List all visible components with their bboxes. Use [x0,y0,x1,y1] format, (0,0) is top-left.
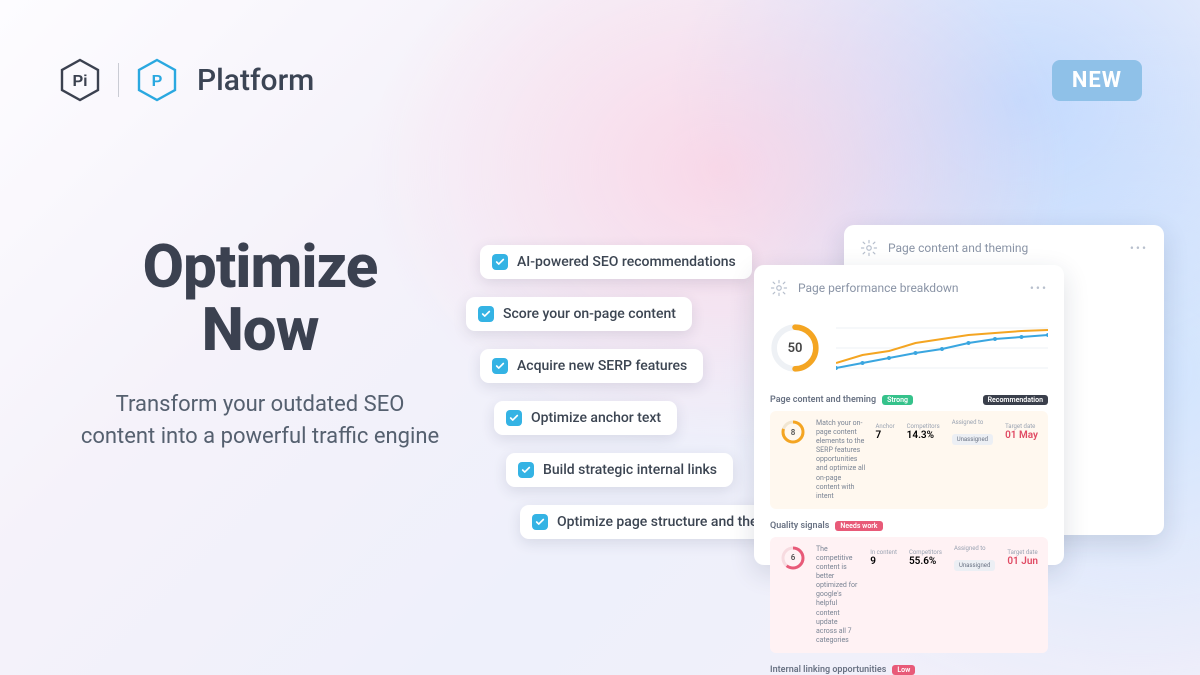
new-badge: NEW [1052,60,1142,101]
mini-score-ring: 8 [780,419,806,445]
feature-label: AI-powered SEO recommendations [517,254,736,270]
section-content-theming: Page content and theming Strong Recommen… [770,395,1048,405]
hero-copy: Optimize Now Transform your outdated SEO… [80,235,440,453]
logo-group: Pi P Platform [58,58,314,102]
check-icon [532,514,548,530]
more-icon[interactable]: ••• [1130,241,1148,255]
check-icon [506,410,522,426]
feature-label: Build strategic internal links [543,462,717,478]
check-icon [478,306,494,322]
score-value: 50 [770,323,820,373]
headline: Optimize Now [80,235,440,361]
section-internal-linking: Internal linking opportunities Low [770,665,1048,675]
logo-divider [118,63,119,97]
performance-summary: 50 [770,313,1048,383]
check-icon [492,358,508,374]
feature-chip: Optimize anchor text [494,401,677,435]
card-header: Page content and theming ••• [860,239,1148,257]
recommendation-box: 6 The competitive content is better opti… [770,537,1048,653]
subheadline: Transform your outdated SEO content into… [80,389,440,453]
card-title: Page performance breakdown [798,281,959,295]
card-header: Page performance breakdown ••• [770,279,1048,297]
status-pill: Strong [882,395,913,405]
recommendation-pill: Recommendation [983,395,1048,405]
gear-icon [860,239,878,257]
platform-logo-icon: P [135,58,179,102]
check-icon [492,254,508,270]
card-performance: Page performance breakdown ••• 50 [754,265,1064,565]
feature-chip: Acquire new SERP features [480,349,703,383]
platform-label: Platform [197,63,314,98]
metrics-row: In content9 Competitors55.6% Assigned to… [870,545,1038,571]
feature-chip: Build strategic internal links [506,453,733,487]
gear-icon [770,279,788,297]
check-icon [518,462,534,478]
feature-chip: AI-powered SEO recommendations [480,245,752,279]
metrics-row: Anchor7 Competitors14.3% Assigned toUnas… [876,419,1038,445]
headline-line1: Optimize [143,231,378,302]
feature-label: Acquire new SERP features [517,358,687,374]
more-icon[interactable]: ••• [1030,281,1048,295]
score-ring: 50 [770,323,820,373]
pi-logo-text: Pi [72,73,87,90]
performance-chart [836,313,1048,383]
page-header: Pi P Platform NEW [58,58,1142,102]
section-quality-signals: Quality signals Needs work [770,521,1048,531]
feature-label: Optimize anchor text [531,410,661,426]
feature-label: Score your on-page content [503,306,676,322]
recommendation-text: The competitive content is better optimi… [816,545,860,645]
headline-line2: Now [202,294,319,365]
status-pill: Needs work [835,521,882,531]
status-pill: Low [892,665,915,675]
card-title: Page content and theming [888,241,1028,255]
mini-score-ring: 6 [780,545,806,571]
dashboard-preview: Page content and theming ••• Page perfor… [764,225,1164,595]
feature-chip: Score your on-page content [466,297,692,331]
recommendation-box: 8 Match your on-page content elements to… [770,411,1048,509]
platform-logo-text: P [152,73,163,90]
recommendation-text: Match your on-page content elements to t… [816,419,866,501]
pi-logo-icon: Pi [58,58,102,102]
